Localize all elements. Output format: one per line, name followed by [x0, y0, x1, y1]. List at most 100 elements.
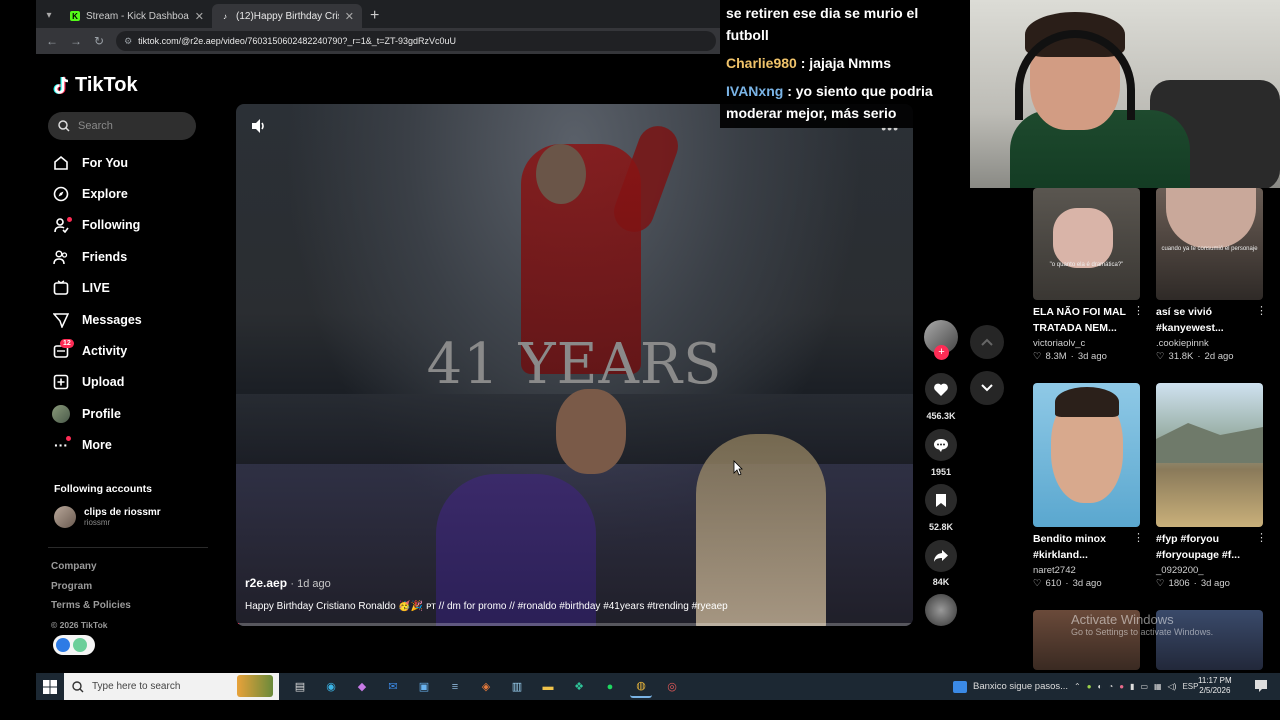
video-thumbnail[interactable]: "o quanto ela é dramática?": [1033, 188, 1140, 300]
more-options-icon[interactable]: ⋮: [1256, 531, 1267, 544]
video-card[interactable]: cuando ya te consumió el personaje así s…: [1156, 188, 1267, 362]
video-player[interactable]: 41 YEARS ••• r2e.aep · 1d ago Happy Birt…: [236, 104, 913, 626]
sidebar-item-profile[interactable]: Profile: [52, 398, 212, 429]
search-input[interactable]: Search: [48, 112, 196, 140]
new-tab-button[interactable]: +: [362, 4, 387, 28]
sidebar-item-for-you[interactable]: For You: [52, 147, 212, 178]
video-card[interactable]: Bendito minox #kirkland... ⋮ naret2742 ♡…: [1033, 383, 1144, 589]
sidebar-item-label: For You: [82, 155, 129, 170]
mail-icon[interactable]: ✉: [382, 676, 404, 698]
profile-avatar: [52, 404, 70, 423]
edge-icon[interactable]: ◉: [320, 676, 342, 698]
close-icon[interactable]: ✕: [195, 10, 204, 23]
sidebar-item-label: Explore: [82, 187, 128, 202]
obs-icon[interactable]: ◎: [661, 676, 683, 698]
volume-icon[interactable]: [250, 118, 268, 139]
extension-pill[interactable]: [53, 635, 95, 655]
video-progress-bar[interactable]: [236, 623, 913, 626]
brave-icon[interactable]: ◈: [475, 676, 497, 698]
address-bar[interactable]: ⚙ tiktok.com/@r2e.aep/video/760315060248…: [116, 31, 716, 51]
language-indicator[interactable]: ESP: [1182, 682, 1198, 691]
task-view-icon[interactable]: ▤: [289, 676, 311, 698]
more-options-icon[interactable]: ⋮: [1256, 304, 1267, 317]
site-info-icon[interactable]: ⚙: [124, 36, 132, 47]
video-time-ago: · 1d ago: [290, 578, 331, 590]
video-card-meta: ♡ 8.3M · 3d ago: [1033, 351, 1140, 362]
music-disc-icon[interactable]: [925, 594, 957, 626]
spotify-icon[interactable]: ●: [599, 676, 621, 698]
browser-tab-bar: ▾ K Stream - Kick Dashboard ✕ ♪ (12)Happ…: [36, 0, 720, 28]
taskbar-clock[interactable]: 11:17 PM 2/5/2026: [1198, 676, 1232, 696]
network-icon[interactable]: ▦: [1154, 682, 1162, 691]
footer-link-company[interactable]: Company: [51, 561, 131, 581]
reload-icon[interactable]: ↻: [94, 34, 104, 48]
video-card-author[interactable]: _0929200_: [1156, 565, 1263, 576]
video-card[interactable]: #fyp #foryou #foryoupage #f... ⋮ _092920…: [1156, 383, 1267, 589]
comment-button[interactable]: [925, 429, 957, 461]
tray-icon[interactable]: ◔: [1108, 682, 1113, 691]
taskbar-search-input[interactable]: Type here to search: [64, 673, 279, 700]
video-card-author[interactable]: naret2742: [1033, 565, 1140, 576]
notepad-icon[interactable]: ▥: [506, 676, 528, 698]
next-video-button[interactable]: [970, 371, 1004, 405]
volume-icon[interactable]: ◁): [1168, 682, 1177, 691]
copilot-icon[interactable]: ◆: [351, 676, 373, 698]
tab-search-icon[interactable]: ▾: [36, 2, 62, 28]
tiktok-logo[interactable]: TikTok: [53, 74, 138, 97]
sidebar-item-label: Messages: [82, 312, 142, 327]
video-card-author[interactable]: victoriaolv_c: [1033, 338, 1140, 349]
extension-icon: [73, 638, 87, 652]
video-frame-figure: [556, 389, 626, 474]
close-icon[interactable]: ✕: [345, 10, 354, 23]
file-explorer-icon[interactable]: ▬: [537, 676, 559, 698]
tab-tiktok-video[interactable]: ♪ (12)Happy Birthday Cristiano R ✕: [212, 4, 362, 28]
video-thumbnail[interactable]: [1156, 383, 1263, 527]
taskbar-news-widget[interactable]: Banxico sigue pasos...: [953, 673, 1068, 700]
app-icon[interactable]: ≡: [444, 676, 466, 698]
more-options-icon[interactable]: ⋮: [1133, 531, 1144, 544]
sidebar-item-messages[interactable]: Messages: [52, 304, 212, 335]
sidebar-item-label: Upload: [82, 375, 125, 390]
save-button[interactable]: [925, 484, 957, 516]
video-card-author[interactable]: .cookiepinnk: [1156, 338, 1263, 349]
chatgpt-icon[interactable]: ❖: [568, 676, 590, 698]
notification-center-icon[interactable]: [1254, 679, 1268, 698]
tray-icon[interactable]: ▭: [1140, 682, 1148, 691]
sidebar-item-friends[interactable]: Friends: [52, 241, 212, 272]
microphone-icon[interactable]: ▮: [1130, 682, 1134, 691]
tab-title: Stream - Kick Dashboard: [86, 10, 189, 22]
footer-link-program[interactable]: Program: [51, 581, 131, 601]
previous-video-button[interactable]: [970, 325, 1004, 359]
sidebar-item-activity[interactable]: 12 Activity: [52, 335, 212, 366]
sidebar-item-following[interactable]: Following: [52, 210, 212, 241]
tray-icon[interactable]: ●: [1087, 682, 1092, 691]
start-button[interactable]: [36, 679, 64, 694]
like-button[interactable]: [925, 373, 957, 405]
chrome-icon[interactable]: ◍: [630, 676, 652, 698]
video-thumbnail[interactable]: cuando ya te consumió el personaje: [1156, 188, 1263, 300]
video-card[interactable]: "o quanto ela é dramática?" ELA NÃO FOI …: [1033, 188, 1144, 362]
share-button[interactable]: [925, 540, 957, 572]
follow-plus-icon[interactable]: +: [934, 345, 949, 360]
more-options-icon[interactable]: ⋮: [1133, 304, 1144, 317]
tray-icon[interactable]: ●: [1119, 682, 1124, 691]
video-author[interactable]: r2e.aep · 1d ago: [245, 576, 331, 590]
following-account-item[interactable]: clips de riossmr riossmr: [54, 506, 161, 528]
meta-separator: ·: [1065, 578, 1069, 589]
logo-text: TikTok: [75, 74, 138, 96]
video-thumbnail[interactable]: [1033, 383, 1140, 527]
tab-kick-dashboard[interactable]: K Stream - Kick Dashboard ✕: [62, 4, 212, 28]
sidebar-item-upload[interactable]: Upload: [52, 367, 212, 398]
chat-text: : jajaja Nmms: [796, 55, 891, 71]
sidebar-item-live[interactable]: LIVE: [52, 273, 212, 304]
forward-icon[interactable]: →: [70, 34, 82, 48]
sidebar-item-more[interactable]: ··· More: [52, 430, 212, 461]
sidebar-item-explore[interactable]: Explore: [52, 178, 212, 209]
store-icon[interactable]: ▣: [413, 676, 435, 698]
footer-link-terms[interactable]: Terms & Policies: [51, 600, 131, 620]
chat-message: Charlie980 : jajaja Nmms: [726, 52, 964, 74]
tray-icon[interactable]: ◐: [1098, 682, 1103, 691]
back-icon[interactable]: ←: [46, 34, 58, 48]
chevron-up-icon[interactable]: ⌃: [1074, 682, 1081, 691]
chat-message: se retiren ese dia se murio el futboll: [726, 2, 964, 46]
